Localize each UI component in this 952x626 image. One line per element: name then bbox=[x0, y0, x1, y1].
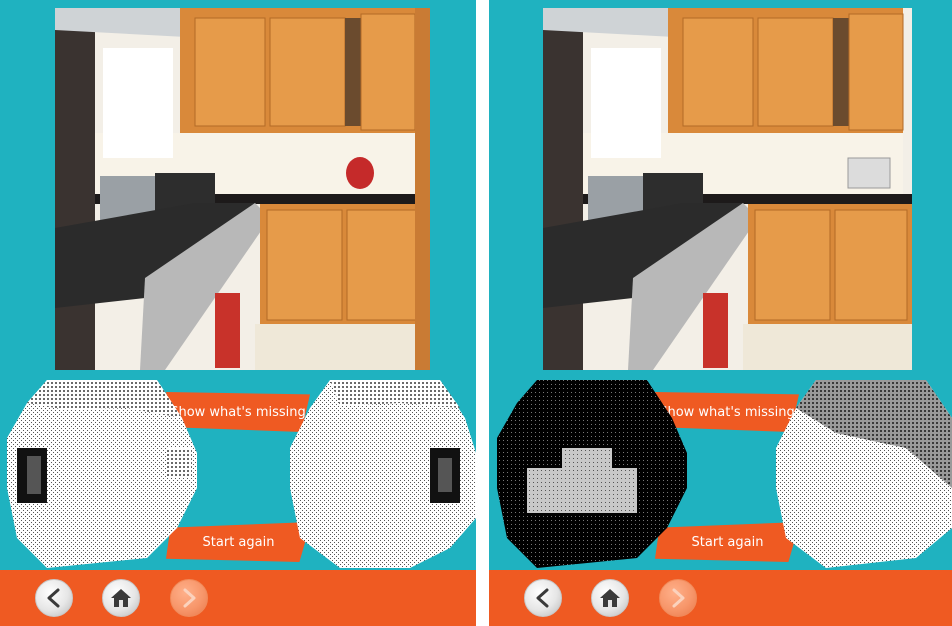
left-panel: Show what's missing Start again bbox=[0, 0, 476, 626]
back-arrow-icon bbox=[536, 588, 549, 608]
home-button[interactable] bbox=[102, 579, 140, 617]
pixel-face-right bbox=[290, 378, 476, 570]
panel-divider bbox=[476, 0, 489, 626]
bottom-nav-bar bbox=[0, 570, 476, 626]
back-button[interactable] bbox=[35, 579, 73, 617]
back-button[interactable] bbox=[524, 579, 562, 617]
kitchen-illustration bbox=[543, 8, 912, 370]
home-icon bbox=[111, 589, 131, 607]
kitchen-photo bbox=[543, 8, 912, 370]
next-button[interactable] bbox=[170, 579, 208, 617]
home-button[interactable] bbox=[591, 579, 629, 617]
back-arrow-icon bbox=[47, 588, 60, 608]
kitchen-illustration bbox=[55, 8, 430, 370]
start-again-label: Start again bbox=[202, 534, 275, 550]
bottom-nav-bar bbox=[489, 570, 952, 626]
next-button[interactable] bbox=[659, 579, 697, 617]
kitchen-photo bbox=[55, 8, 430, 370]
forward-arrow-icon bbox=[672, 588, 685, 608]
pixel-face-right bbox=[776, 378, 952, 570]
forward-arrow-icon bbox=[183, 588, 196, 608]
home-icon bbox=[600, 589, 620, 607]
start-again-label: Start again bbox=[691, 534, 764, 550]
pixel-face-left bbox=[7, 378, 197, 570]
pixel-face-left bbox=[497, 378, 687, 570]
right-panel: Show what's missing Start again bbox=[489, 0, 952, 626]
